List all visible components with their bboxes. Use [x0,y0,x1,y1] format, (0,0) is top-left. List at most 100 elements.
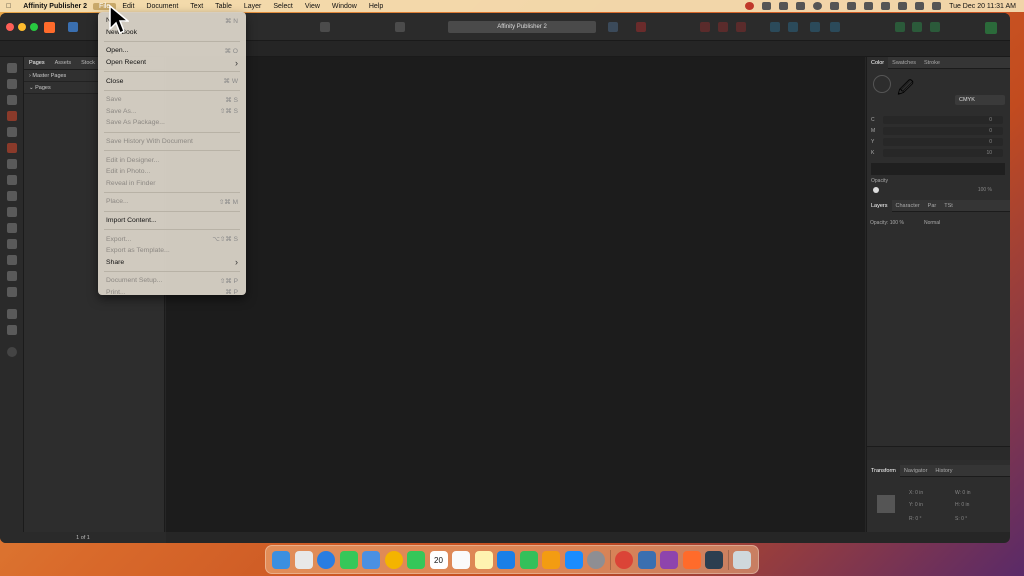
channel-value[interactable]: 0 [989,139,992,145]
toolbar-icon[interactable] [608,22,618,32]
move-tool-icon[interactable] [7,63,17,73]
pin-icon[interactable] [320,22,330,32]
menu-item-open[interactable]: Open... ⌘ O [98,45,246,57]
eyedropper-icon[interactable]: 🖉 [897,77,914,97]
menu-document[interactable]: Document [140,3,184,10]
mail-icon[interactable] [362,550,380,569]
channel-slider[interactable] [883,116,1003,124]
status-icon[interactable] [762,2,772,10]
toolbar-icon[interactable] [636,22,646,32]
messages-icon[interactable] [339,550,358,569]
safari-icon[interactable] [317,550,335,569]
rectangle-tool-icon[interactable] [7,159,17,169]
affinity-publisher-icon[interactable] [682,550,701,569]
place-tool-icon[interactable] [7,223,17,233]
picture-frame-tool-icon[interactable] [7,175,17,185]
menu-view[interactable]: View [299,3,326,10]
blend-mode-select[interactable]: Normal [924,220,940,226]
menu-item-close[interactable]: Close ⌘ W [98,75,246,87]
menu-item-open-recent[interactable]: Open Recent › [98,57,246,69]
menu-window[interactable]: Window [326,3,363,10]
clock[interactable]: Tue Dec 20 11:31 AM [949,3,1016,10]
tab-history[interactable]: History [931,468,956,474]
channel-value[interactable]: 10 [986,150,992,156]
search-icon[interactable] [898,2,908,10]
table-tool-icon[interactable] [7,95,17,105]
transform-h[interactable]: H: 0 in [955,502,969,508]
pages-icon[interactable] [542,550,560,569]
tab-pages[interactable]: Pages [24,60,50,66]
facetime-icon[interactable] [407,550,425,569]
layer-opacity[interactable]: Opacity: 100 % [870,220,904,226]
status-icon[interactable] [847,2,857,10]
menu-item-share[interactable]: Share › [98,257,246,269]
control-center-icon[interactable] [915,2,925,10]
publisher-persona-icon[interactable] [44,22,55,33]
app-icon[interactable] [705,550,723,569]
color-spectrum[interactable] [871,163,1005,175]
eyedropper-tool-icon[interactable] [7,287,17,297]
tab-character[interactable]: Character [892,203,924,209]
menu-table[interactable]: Table [209,3,238,10]
transform-r[interactable]: R: 0 ° [909,516,922,522]
toolbar-icon[interactable] [395,22,405,32]
channel-slider[interactable] [883,149,1003,157]
reminders-icon[interactable] [452,550,470,569]
record-icon[interactable] [745,2,755,10]
app-store-icon[interactable] [564,550,583,569]
hand-tool-icon[interactable] [7,309,17,319]
transform-s[interactable]: S: 0 ° [955,516,967,522]
channel-value[interactable]: 0 [989,117,992,123]
affinity-designer-icon[interactable] [637,550,656,569]
toolbar-icon[interactable] [810,22,820,32]
toolbar-icon[interactable] [895,22,905,32]
tab-text-styles[interactable]: TSt [940,203,957,209]
tab-transform[interactable]: Transform [867,464,900,477]
apple-menu-icon[interactable]:  [0,3,17,10]
toolbar-icon[interactable] [912,22,922,32]
photos-icon[interactable] [384,550,403,569]
toolbar-icon[interactable] [830,22,840,32]
page-counter[interactable]: 1 of 1 [76,535,90,541]
frame-text-tool-icon[interactable] [7,111,17,121]
toolbar-icon[interactable] [788,22,798,32]
siri-icon[interactable] [932,2,942,10]
finder-icon[interactable] [272,550,290,569]
toolbar-icon[interactable] [930,22,940,32]
keynote-icon[interactable] [497,550,515,569]
shape-tool-icon[interactable] [7,207,17,217]
channel-slider[interactable] [883,127,1003,135]
status-icon[interactable] [830,2,840,10]
toolbar-icon[interactable] [736,22,746,32]
record-dot-icon[interactable] [813,2,823,10]
document-canvas[interactable] [166,57,865,532]
close-window-button[interactable] [6,23,14,31]
launchpad-icon[interactable] [294,550,313,569]
affinity-photo-icon[interactable] [660,550,678,569]
trash-icon[interactable] [733,550,751,569]
tab-layers[interactable]: Layers [867,199,892,212]
crop-tool-icon[interactable] [7,239,17,249]
system-settings-icon[interactable] [587,550,605,569]
toolbar-icon[interactable] [700,22,710,32]
toolbar-icon[interactable] [718,22,728,32]
status-icon[interactable] [779,2,789,10]
tab-swatches[interactable]: Swatches [888,60,920,66]
tab-stock[interactable]: Stock [76,60,100,66]
account-icon[interactable] [985,22,997,34]
fill-tool-icon[interactable] [7,255,17,265]
battery-icon[interactable] [864,2,874,10]
designer-persona-icon[interactable] [68,22,78,32]
menu-item-import-content[interactable]: Import Content... [98,215,246,227]
notes-icon[interactable] [474,550,493,569]
app-menu[interactable]: Affinity Publisher 2 [17,3,93,10]
zoom-tool-icon[interactable] [7,325,17,335]
anchor-selector[interactable] [877,495,895,513]
transform-w[interactable]: W: 0 in [955,490,970,496]
menu-help[interactable]: Help [363,3,389,10]
color-mode-select[interactable]: CMYK [955,95,1005,105]
menu-layer[interactable]: Layer [238,3,268,10]
menu-text[interactable]: Text [184,3,209,10]
opacity-slider-handle[interactable] [873,187,879,193]
zoom-window-button[interactable] [30,23,38,31]
